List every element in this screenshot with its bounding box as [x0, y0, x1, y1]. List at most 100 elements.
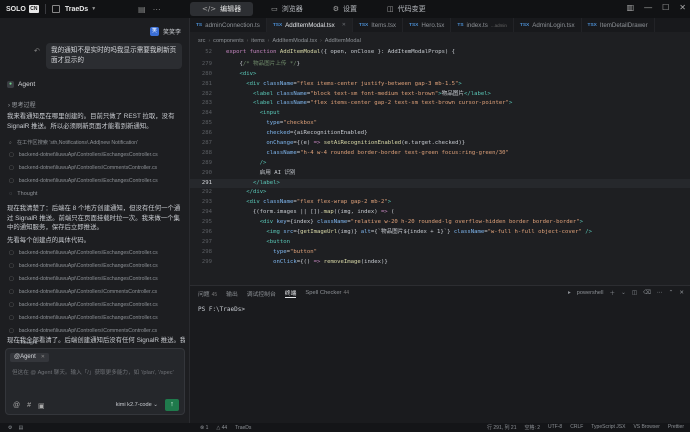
mode-browser[interactable]: ▭ 浏览器 — [259, 2, 315, 16]
line-number[interactable]: 298 — [190, 248, 212, 258]
code-line[interactable]: 294 {(form.images || []).map((img, index… — [190, 208, 690, 218]
code-text[interactable]: onClick={() => removeImage(index)} — [226, 258, 388, 268]
chevron-down-icon[interactable]: ⌄ — [621, 290, 626, 296]
code-text[interactable]: <input — [226, 109, 280, 119]
line-number[interactable]: 284 — [190, 109, 212, 119]
encoding[interactable]: UTF-8 — [548, 424, 562, 431]
line-number[interactable]: 279 — [190, 60, 212, 70]
file-step[interactable]: ▢ backend-dotnet\liuwuApi\Controllers\Com… — [9, 165, 185, 171]
code-line[interactable]: 279 {/* 物品图片上传 */} — [190, 60, 690, 70]
code-line[interactable]: 289 /> — [190, 159, 690, 169]
code-text[interactable]: <button — [226, 238, 290, 248]
close-icon[interactable]: ✕ — [679, 290, 684, 296]
line-number[interactable]: 285 — [190, 119, 212, 129]
code-text[interactable]: <label className="flex items-center gap-… — [226, 99, 512, 109]
code-line[interactable]: 295 <div key={index} className="relative… — [190, 218, 690, 228]
breadcrumb-item[interactable]: src — [198, 38, 205, 44]
file-step[interactable]: ▢ backend-dotnet\liuwuApi\Controllers\Exc… — [9, 250, 185, 256]
line-number[interactable]: 289 — [190, 159, 212, 169]
search-step[interactable]: ⌕ 在工作区搜索 'sth,Notifications\.Add|new Noti… — [9, 139, 185, 147]
tab-index[interactable]: TS index.ts ...admin — [451, 18, 514, 32]
code-text[interactable]: {(form.images || []).map((img, index) =>… — [226, 208, 395, 218]
code-text[interactable]: <label className="block text-sm font-med… — [226, 90, 491, 100]
more-icon[interactable]: ⋯ — [657, 290, 663, 296]
tab-output[interactable]: 输出 — [226, 289, 238, 298]
chat-icon[interactable]: ▤ — [18, 425, 23, 431]
code-text[interactable]: className="h-4 w-4 rounded border-border… — [226, 149, 509, 159]
code-line[interactable]: 286 checked={aiRecognitionEnabled} — [190, 129, 690, 139]
code-line[interactable]: 298 type="button" — [190, 248, 690, 258]
code-line[interactable]: 288 className="h-4 w-4 rounded border-bo… — [190, 149, 690, 159]
line-number[interactable]: 294 — [190, 208, 212, 218]
code-line[interactable]: 287 onChange={(e) => setAiRecognitionEna… — [190, 139, 690, 149]
line-ending[interactable]: CRLF — [570, 424, 583, 431]
code-text[interactable]: <div className="flex flex-wrap gap-2 mb-… — [226, 198, 391, 208]
close-icon[interactable]: ✕ — [342, 22, 346, 28]
cursor-position[interactable]: 行 291, 列 21 — [487, 424, 516, 431]
line-number[interactable]: 283 — [190, 99, 212, 109]
tab-itemdetaildrawer[interactable]: TSX ItemDetailDrawer — [582, 18, 655, 32]
line-number[interactable]: 281 — [190, 80, 212, 90]
line-number[interactable]: 297 — [190, 238, 212, 248]
code-text[interactable]: <img src={getImageUrl(img)} alt={`物品图片${… — [226, 228, 592, 238]
line-number[interactable]: 282 — [190, 90, 212, 100]
code-line[interactable]: 293 <div className="flex flex-wrap gap-2… — [190, 198, 690, 208]
minimize-icon[interactable]: — — [644, 3, 652, 12]
code-line[interactable]: 284 <input — [190, 109, 690, 119]
language-mode[interactable]: TypeScript JSX — [591, 424, 625, 431]
tab-hero[interactable]: TSX Hero.tsx — [403, 18, 452, 32]
file-step[interactable]: ▢ backend-dotnet\liuwuApi\Controllers\Exc… — [9, 315, 185, 321]
trash-icon[interactable]: ⌫ — [643, 290, 651, 296]
indent-setting[interactable]: 空格: 2 — [524, 424, 540, 431]
line-number[interactable]: 286 — [190, 129, 212, 139]
line-number[interactable]: 287 — [190, 139, 212, 149]
code-text[interactable]: <div> — [226, 70, 256, 80]
breadcrumb-item[interactable]: components — [213, 38, 243, 44]
image-icon[interactable]: ▣ — [38, 402, 45, 410]
tab-adminconnection[interactable]: TS adminConnection.ts — [190, 18, 267, 32]
settings-icon[interactable]: ⚙ — [8, 425, 12, 431]
line-number[interactable]: 288 — [190, 149, 212, 159]
file-step[interactable]: ▢ backend-dotnet\liuwuApi\Controllers\Com… — [9, 289, 185, 295]
code-line[interactable]: 292 </div> — [190, 188, 690, 198]
browser-status[interactable]: VS Browser — [633, 424, 659, 431]
breadcrumb-item[interactable]: AddItemModal — [325, 38, 361, 44]
input-placeholder[interactable]: 但这在 @ Agent 聊天。输入「/」获取更多能力，如 '/plan', '/… — [12, 369, 182, 378]
file-step[interactable]: ▢ backend-dotnet\liuwuApi\Controllers\Exc… — [9, 302, 185, 308]
breadcrumb-item[interactable]: items — [251, 38, 264, 44]
line-number[interactable]: 52 — [190, 48, 212, 58]
more-icon[interactable]: ⋯ — [153, 5, 161, 14]
code-text[interactable]: onChange={(e) => setAiRecognitionEnabled… — [226, 139, 465, 149]
maximize-icon[interactable]: ☐ — [662, 3, 669, 12]
split-icon[interactable]: ◫ — [632, 290, 637, 296]
think-toggle[interactable]: › 思考过程 — [8, 100, 36, 109]
breadcrumb-item[interactable]: AddItemModal.tsx — [272, 38, 317, 44]
code-line[interactable]: 282 <label className="block text-sm font… — [190, 90, 690, 100]
line-number[interactable]: 290 — [190, 169, 212, 179]
panel-toggle-icon[interactable]: ▤ — [138, 5, 146, 14]
undo-icon[interactable]: ↶ — [34, 47, 40, 55]
chevron-up-icon[interactable]: ⌃ — [669, 290, 674, 296]
tab-spell-checker[interactable]: Spell Checker 44 — [305, 290, 349, 296]
shell-name[interactable]: powershell — [577, 290, 604, 296]
layout-icon[interactable]: ▥ — [627, 3, 635, 12]
chevron-down-icon[interactable]: ▼ — [91, 6, 96, 12]
code-text[interactable]: <div className="flex items-center justif… — [226, 80, 462, 90]
hash-icon[interactable]: # — [27, 402, 31, 410]
tab-items[interactable]: TSX Items.tsx — [353, 18, 404, 32]
file-step[interactable]: ▢ backend-dotnet\liuwuApi\Controllers\Exc… — [9, 276, 185, 282]
file-step[interactable]: ▢ backend-dotnet\liuwuApi\Controllers\Exc… — [9, 178, 185, 184]
code-line[interactable]: 285 type="checkbox" — [190, 119, 690, 129]
close-icon[interactable]: ✕ — [41, 353, 45, 362]
code-text[interactable]: checked={aiRecognitionEnabled} — [226, 129, 367, 139]
line-number[interactable]: 293 — [190, 198, 212, 208]
file-step[interactable]: ▢ backend-dotnet\liuwuApi\Controllers\Exc… — [9, 152, 185, 158]
code-line[interactable]: 297 <button — [190, 238, 690, 248]
tab-additemmodal[interactable]: TSX AddItemModal.tsx ✕ — [266, 18, 353, 32]
code-text[interactable]: </div> — [226, 188, 266, 198]
code-text[interactable]: {/* 物品图片上传 */} — [226, 60, 300, 70]
code-line[interactable]: 296 <img src={getImageUrl(img)} alt={`物品… — [190, 228, 690, 238]
line-number[interactable]: 280 — [190, 70, 212, 80]
code-text[interactable]: /> — [226, 159, 267, 169]
line-number[interactable]: 296 — [190, 228, 212, 238]
